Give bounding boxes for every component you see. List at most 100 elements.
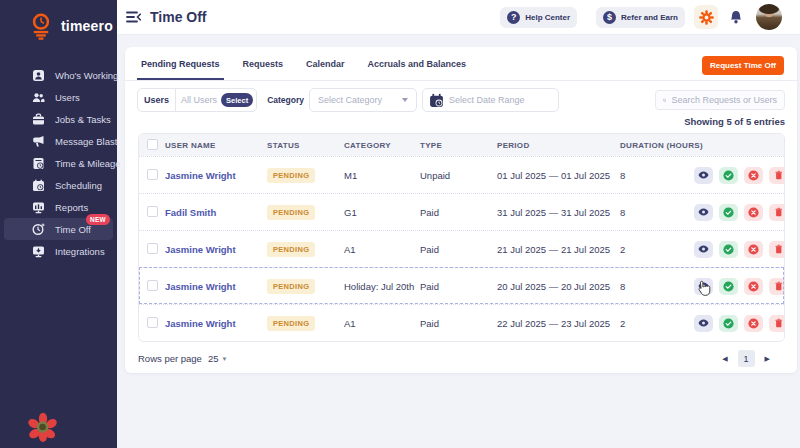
table-row: Jasmine WrightPENDINGA1Paid21 Jul 2025 —… (139, 230, 784, 267)
approve-request-button[interactable] (719, 204, 738, 221)
time-off-card: Pending Requests Requests Calendar Accruals… (125, 47, 797, 373)
sidebar-item-label: Scheduling (55, 180, 102, 191)
next-page-button[interactable]: ▶ (760, 355, 775, 363)
status-badge: PENDING (267, 242, 315, 257)
delete-request-button[interactable] (769, 241, 785, 258)
column-header: DURATION (HOURS) (617, 141, 691, 150)
users-filter: Users All Users Select (137, 88, 257, 112)
period-cell: 01 Jul 2025 — 01 Jul 2025 (494, 170, 617, 181)
sidebar-item-label: Reports (55, 202, 88, 213)
sidebar-item-time-mileage[interactable]: Time & Mileage (4, 152, 113, 174)
table-header: USER NAMESTATUSCATEGORYTYPEPERIODDURATIO… (139, 134, 784, 156)
approve-request-button[interactable] (719, 278, 738, 295)
select-all-checkbox[interactable] (147, 139, 158, 150)
view-request-button[interactable] (694, 241, 713, 258)
current-page[interactable]: 1 (738, 350, 755, 367)
deny-request-button[interactable] (744, 241, 763, 258)
message-blast-icon (32, 135, 45, 148)
sidebar-item-who-s-working[interactable]: Who's Working (4, 64, 113, 86)
sidebar-item-users[interactable]: Users (4, 86, 113, 108)
row-actions (691, 167, 785, 184)
column-header: TYPE (417, 141, 494, 150)
deny-request-button[interactable] (744, 315, 763, 332)
user-name-cell[interactable]: Fadil Smith (162, 207, 264, 218)
topbar: Time Off ? Help Center $ Refer and Earn (117, 0, 800, 35)
deny-request-button[interactable] (744, 167, 763, 184)
user-name-cell[interactable]: Jasmine Wright (162, 170, 264, 181)
type-cell: Paid (417, 281, 494, 292)
status-badge: PENDING (267, 205, 315, 220)
category-select[interactable]: Select Category (309, 88, 417, 112)
sidebar-item-message-blast[interactable]: Message Blast (4, 130, 113, 152)
notifications-button[interactable] (728, 8, 744, 26)
category-cell: M1 (341, 170, 417, 181)
tab-calendar[interactable]: Calendar (302, 59, 349, 80)
type-cell: Paid (417, 244, 494, 255)
view-request-button[interactable] (694, 204, 713, 221)
deny-request-button[interactable] (744, 278, 763, 295)
date-range-placeholder: Select Date Range (449, 95, 525, 105)
view-request-button[interactable] (694, 315, 713, 332)
delete-request-button[interactable] (769, 315, 785, 332)
new-badge: NEW (86, 214, 110, 225)
sidebar-item-integrations[interactable]: Integrations (4, 240, 113, 262)
deny-request-button[interactable] (744, 204, 763, 221)
delete-request-button[interactable] (769, 278, 785, 295)
sidebar-item-time-off[interactable]: Time OffNEW (4, 218, 113, 240)
row-checkbox[interactable] (147, 317, 158, 328)
tab-pending-requests[interactable]: Pending Requests (137, 59, 224, 80)
rows-per-page-caret-icon: ▼ (221, 356, 227, 362)
type-cell: Paid (417, 318, 494, 329)
delete-request-button[interactable] (769, 167, 785, 184)
view-request-button[interactable] (694, 167, 713, 184)
duration-cell: 8 (617, 207, 691, 218)
period-cell: 31 Jul 2025 — 31 Jul 2025 (494, 207, 617, 218)
search-input[interactable]: Search Requests or Users (655, 90, 785, 110)
rows-per-page-value[interactable]: 25 (208, 353, 219, 364)
content: Pending Requests Requests Calendar Accruals… (117, 35, 800, 448)
help-center-label: Help Center (525, 13, 570, 22)
approve-request-button[interactable] (719, 167, 738, 184)
sidebar-item-jobs-tasks[interactable]: Jobs & Tasks (4, 108, 113, 130)
row-checkbox[interactable] (147, 243, 158, 254)
settings-button[interactable] (694, 5, 718, 29)
page-title: Time Off (150, 9, 207, 25)
sidebar-item-label: Integrations (55, 246, 105, 257)
date-range-picker[interactable]: Select Date Range (422, 88, 559, 112)
search-placeholder: Search Requests or Users (671, 95, 777, 105)
user-name-cell[interactable]: Jasmine Wright (162, 244, 264, 255)
duration-cell: 8 (617, 281, 691, 292)
brand-logo[interactable]: timeero (0, 0, 117, 54)
row-actions (691, 315, 785, 332)
sidebar-nav: Who's WorkingUsersJobs & TasksMessage Bl… (0, 54, 117, 262)
row-checkbox[interactable] (147, 280, 158, 291)
tab-accruals-and-balances[interactable]: Accruals and Balances (364, 59, 471, 80)
type-cell: Paid (417, 207, 494, 218)
sidebar-item-scheduling[interactable]: Scheduling (4, 174, 113, 196)
category-filter-label: Category (267, 95, 304, 105)
column-header: USER NAME (162, 141, 264, 150)
row-checkbox[interactable] (147, 206, 158, 217)
all-users-option[interactable]: All Users (181, 95, 217, 105)
delete-request-button[interactable] (769, 204, 785, 221)
tab-requests[interactable]: Requests (239, 59, 288, 80)
type-cell: Unpaid (417, 170, 494, 181)
period-cell: 22 Jul 2025 — 23 Jul 2025 (494, 318, 617, 329)
user-name-cell[interactable]: Jasmine Wright (162, 318, 264, 329)
category-cell: Holiday: Jul 20th (341, 281, 417, 292)
refer-and-earn-button[interactable]: $ Refer and Earn (596, 7, 685, 28)
select-users-option[interactable]: Select (221, 93, 253, 107)
sidebar: timeero Who's WorkingUsersJobs & TasksMe… (0, 0, 117, 448)
help-center-button[interactable]: ? Help Center (500, 7, 577, 28)
integrations-icon (32, 245, 45, 258)
row-checkbox[interactable] (147, 169, 158, 180)
user-avatar[interactable] (756, 4, 782, 30)
request-time-off-button[interactable]: Request Time Off (702, 56, 784, 75)
collapse-sidebar-icon[interactable] (126, 11, 141, 23)
approve-request-button[interactable] (719, 315, 738, 332)
prev-page-button[interactable]: ◀ (717, 355, 732, 363)
approve-request-button[interactable] (719, 241, 738, 258)
search-icon (663, 95, 666, 106)
user-name-cell[interactable]: Jasmine Wright (162, 281, 264, 292)
table-row: Jasmine WrightPENDINGHoliday: Jul 20thPa… (139, 267, 784, 304)
